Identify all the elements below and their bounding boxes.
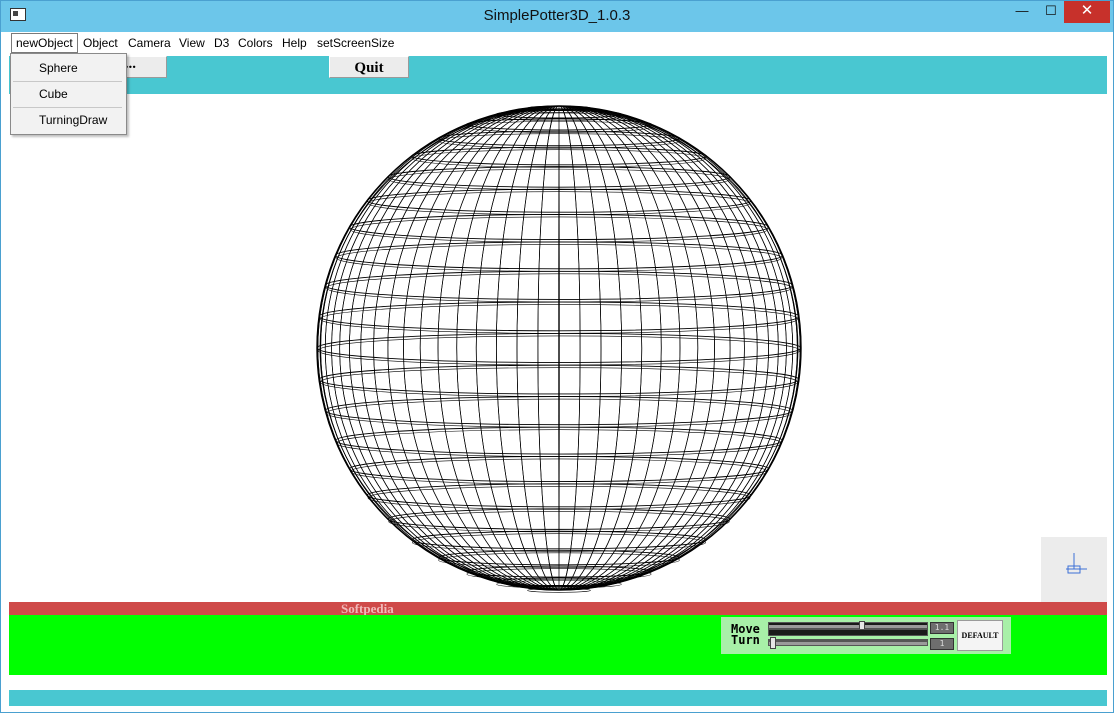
bottom-strip: [9, 675, 1107, 690]
dropdown-item-sphere[interactable]: Sphere: [11, 56, 124, 80]
turn-label: Turn: [731, 633, 760, 647]
menu-colors[interactable]: Colors: [238, 36, 273, 50]
menu-bar: newObject Object Camera View D3 Colors H…: [9, 32, 1107, 53]
newobject-dropdown: Sphere Cube TurningDraw: [10, 53, 127, 135]
menu-object[interactable]: Object: [83, 36, 118, 50]
menu-view[interactable]: View: [179, 36, 205, 50]
sphere-latitude-line: [319, 304, 799, 334]
maximize-button[interactable]: ☐: [1039, 1, 1063, 23]
turn-value: 1: [930, 638, 954, 650]
move-turn-panel: Move Turn 1.1 1 DEFAULT: [721, 617, 1011, 654]
move-slider-fill: [769, 625, 927, 628]
dropdown-item-cube[interactable]: Cube: [11, 82, 124, 106]
default-button[interactable]: DEFAULT: [957, 620, 1003, 651]
axis-gizmo-icon: [1066, 553, 1087, 574]
sphere-latitude-line: [318, 301, 800, 332]
sphere-longitude-line: [558, 105, 560, 591]
quit-button[interactable]: Quit: [329, 56, 409, 78]
menu-help[interactable]: Help: [282, 36, 307, 50]
turn-slider-fill: [769, 642, 927, 645]
3d-canvas[interactable]: [9, 94, 1107, 602]
menu-d3[interactable]: D3: [214, 36, 229, 50]
dropdown-item-turningdraw[interactable]: TurningDraw: [11, 108, 124, 132]
sphere-latitude-line: [319, 367, 799, 397]
watermark-text: Softpedia: [341, 602, 394, 615]
title-bar[interactable]: SimplePotter3D_1.0.3 — ☐ ✕: [1, 1, 1113, 32]
close-button[interactable]: ✕: [1064, 1, 1110, 23]
app-window: SimplePotter3D_1.0.3 — ☐ ✕ newObject Obj…: [0, 0, 1114, 713]
sphere-latitude-line: [317, 335, 801, 366]
window-title: SimplePotter3D_1.0.3: [483, 7, 631, 24]
bottom-bar: [9, 690, 1107, 706]
toolbar: ... Quit: [9, 56, 1107, 94]
minimize-button[interactable]: —: [1005, 1, 1039, 23]
sphere-latitude-line: [326, 273, 792, 303]
sphere-wireframe: [316, 105, 802, 593]
sphere-latitude-line: [318, 364, 800, 395]
menu-camera[interactable]: Camera: [128, 36, 171, 50]
move-value: 1.1: [930, 622, 954, 634]
turn-slider-thumb[interactable]: [770, 637, 776, 649]
status-bar-red: Softpedia: [9, 602, 1107, 615]
view-navigator[interactable]: [1041, 537, 1107, 602]
menu-newobject[interactable]: newObject: [11, 33, 78, 53]
menu-setscreensize[interactable]: setScreenSize: [317, 36, 394, 50]
move-slider-lower: [768, 629, 928, 636]
sphere-latitude-line: [316, 333, 802, 363]
